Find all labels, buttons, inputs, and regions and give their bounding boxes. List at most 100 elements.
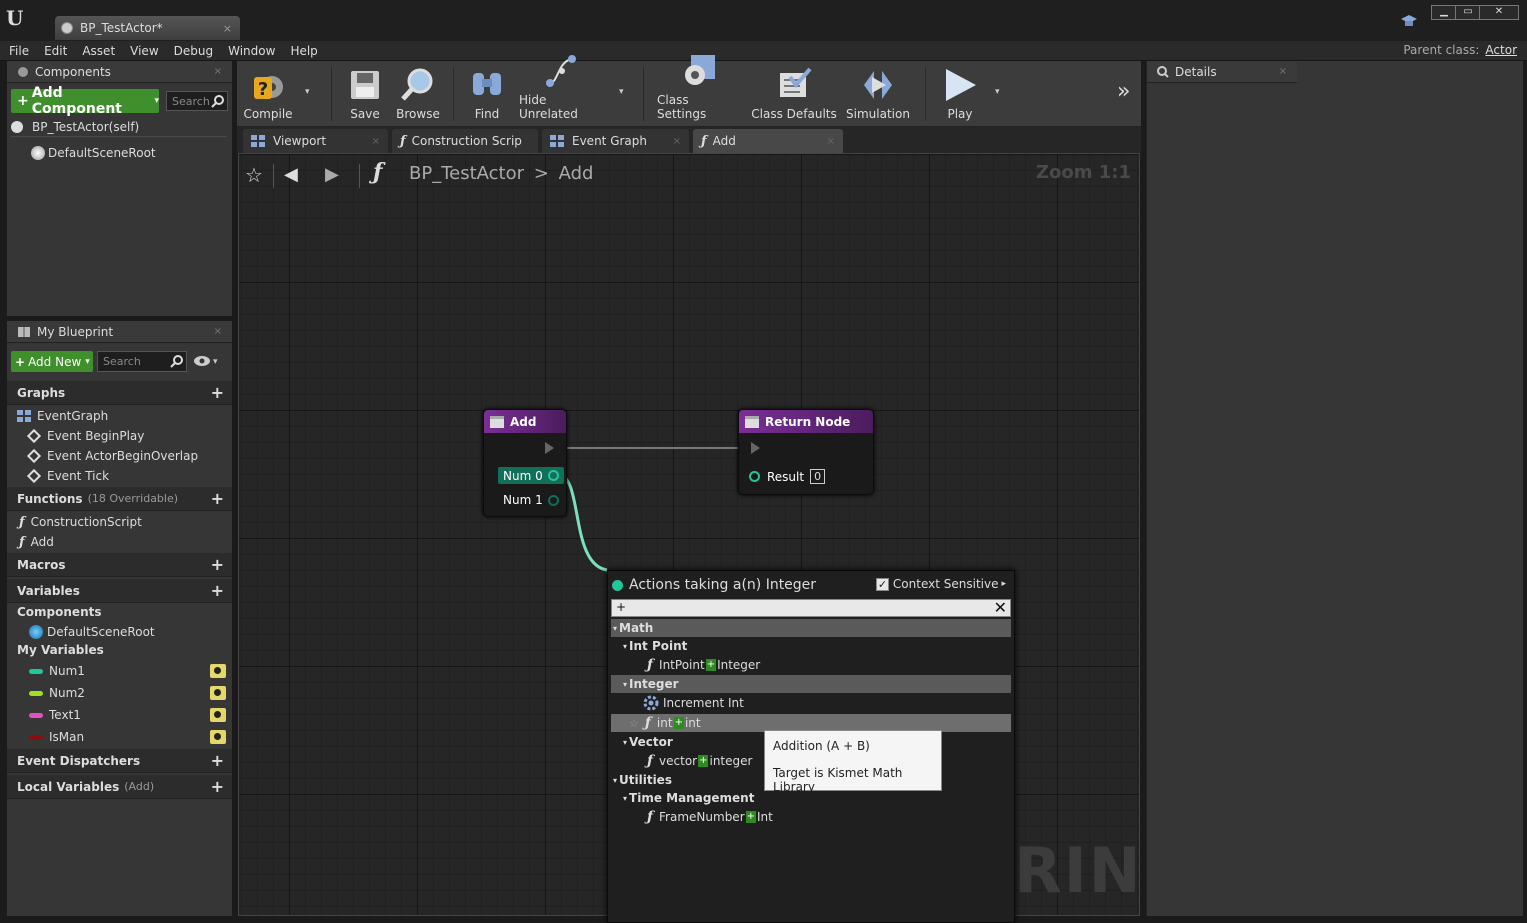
expand-triangle-icon: ▾ bbox=[613, 775, 618, 785]
my-variables-category[interactable]: My Variables bbox=[17, 640, 104, 660]
component-root-row[interactable]: DefaultSceneRoot bbox=[31, 143, 156, 163]
add-function-node[interactable]: Add Num 0 Num 1 bbox=[483, 409, 567, 517]
variable-row[interactable]: IsMan bbox=[29, 727, 232, 747]
simulation-button[interactable]: Simulation bbox=[845, 64, 911, 124]
more-toolbar-icon[interactable]: » bbox=[1117, 79, 1130, 104]
variable-row[interactable]: Num1 bbox=[29, 661, 232, 681]
variable-row[interactable]: Text1 bbox=[29, 705, 232, 725]
num1-pin[interactable]: Num 1 bbox=[503, 493, 559, 507]
component-var-row[interactable]: DefaultSceneRoot bbox=[29, 622, 155, 642]
menu-window[interactable]: Window bbox=[228, 44, 275, 58]
function-row[interactable]: ƒ Add bbox=[19, 532, 54, 552]
category-math[interactable]: ▾ Math bbox=[611, 619, 1011, 637]
close-tab-icon[interactable]: × bbox=[214, 326, 222, 337]
return-node[interactable]: Return Node Result 0 bbox=[738, 409, 874, 495]
eye-icon[interactable] bbox=[210, 730, 226, 744]
functions-category[interactable]: Functions (18 Overridable) + bbox=[7, 487, 232, 511]
close-tab-icon[interactable]: × bbox=[223, 22, 232, 35]
result-pin[interactable]: Result 0 bbox=[749, 469, 826, 484]
event-dispatchers-category[interactable]: Event Dispatchers + bbox=[7, 749, 232, 773]
details-tab[interactable]: Details × bbox=[1147, 61, 1297, 83]
my-blueprint-tab[interactable]: My Blueprint × bbox=[7, 321, 232, 343]
save-button[interactable]: Save bbox=[343, 64, 387, 124]
tab-construction-script[interactable]: ƒ Construction Scrip bbox=[392, 129, 538, 153]
num0-label: Num 0 bbox=[503, 468, 543, 483]
hide-unrelated-button[interactable]: Hide Unrelated bbox=[519, 55, 605, 124]
add-function-button[interactable]: + bbox=[211, 489, 224, 508]
hide-unrelated-dropdown[interactable]: ▾ bbox=[619, 87, 624, 97]
add-macro-button[interactable]: + bbox=[211, 555, 224, 574]
browse-button[interactable]: Browse bbox=[393, 64, 443, 124]
checkbox-checked-icon[interactable]: ✓ bbox=[875, 577, 889, 591]
menu-asset[interactable]: Asset bbox=[82, 44, 115, 58]
function-row[interactable]: ƒ ConstructionScript bbox=[19, 512, 142, 532]
play-options-dropdown[interactable]: ▾ bbox=[995, 87, 1000, 97]
event-row[interactable]: Event ActorBeginOverlap bbox=[26, 446, 198, 466]
eye-icon[interactable] bbox=[210, 686, 226, 700]
close-tab-icon[interactable]: × bbox=[1279, 66, 1287, 77]
graphs-category[interactable]: Graphs + bbox=[7, 381, 232, 405]
class-settings-button[interactable]: Class Settings bbox=[657, 55, 741, 124]
class-defaults-button[interactable]: Class Defaults bbox=[751, 64, 837, 124]
add-component-button[interactable]: + Add Component ▾ bbox=[11, 85, 159, 117]
add-node-header: Add bbox=[484, 410, 566, 433]
action-item[interactable]: ƒ FrameNumber + Int bbox=[611, 808, 1011, 826]
menu-file[interactable]: File bbox=[9, 44, 29, 58]
my-blueprint-search-input[interactable]: Search bbox=[97, 351, 187, 372]
context-sensitive-toggle[interactable]: ✓ Context Sensitive ▸ bbox=[875, 577, 1006, 591]
compile-button[interactable]: ? Compile bbox=[243, 64, 293, 124]
clear-search-icon[interactable]: ✕ bbox=[994, 598, 1007, 617]
event-graph-row[interactable]: EventGraph bbox=[17, 406, 108, 426]
tab-event-graph[interactable]: Event Graph × bbox=[542, 129, 689, 153]
action-search-input[interactable]: + ✕ bbox=[611, 598, 1011, 617]
menu-view[interactable]: View bbox=[130, 44, 158, 58]
menu-edit[interactable]: Edit bbox=[44, 44, 67, 58]
tab-add[interactable]: ƒ Add × bbox=[693, 129, 843, 153]
exec-out-pin[interactable] bbox=[545, 442, 554, 454]
close-tab-icon[interactable]: × bbox=[673, 136, 681, 147]
variable-row[interactable]: Num2 bbox=[29, 683, 232, 703]
maximize-button[interactable]: ▭ bbox=[1455, 5, 1481, 20]
add-variable-button[interactable]: + bbox=[211, 581, 224, 600]
action-item[interactable]: Increment Int bbox=[611, 694, 1011, 712]
event-row[interactable]: Event BeginPlay bbox=[26, 426, 144, 446]
num0-pin[interactable]: Num 0 bbox=[498, 467, 564, 484]
components-search-input[interactable]: Search bbox=[166, 91, 228, 111]
add-dispatcher-button[interactable]: + bbox=[211, 751, 224, 770]
close-tab-icon[interactable]: × bbox=[827, 136, 835, 147]
action-item[interactable]: ƒ IntPoint + Integer bbox=[611, 656, 1011, 674]
compile-options-dropdown[interactable]: ▾ bbox=[305, 87, 310, 97]
parent-class-link[interactable]: Actor bbox=[1485, 43, 1517, 57]
document-tab[interactable]: BP_TestActor* × bbox=[55, 16, 240, 40]
graduation-cap-icon[interactable] bbox=[1400, 14, 1418, 28]
components-category[interactable]: Components bbox=[17, 602, 102, 622]
play-button[interactable]: Play bbox=[935, 64, 985, 124]
caret-right-icon[interactable]: ▸ bbox=[1001, 579, 1006, 589]
variables-category[interactable]: Variables + bbox=[7, 579, 232, 603]
visibility-options-button[interactable]: ▾ bbox=[193, 354, 225, 370]
macros-category[interactable]: Macros + bbox=[7, 553, 232, 577]
menu-help[interactable]: Help bbox=[290, 44, 317, 58]
close-window-button[interactable]: ✕ bbox=[1479, 5, 1519, 20]
component-self-row[interactable]: BP_TestActor(self) bbox=[11, 117, 227, 137]
subcategory-int-point[interactable]: ▾ Int Point bbox=[611, 637, 1011, 655]
unreal-logo-icon[interactable]: U bbox=[6, 6, 28, 30]
eye-icon[interactable] bbox=[210, 664, 226, 678]
tab-viewport[interactable]: Viewport × bbox=[243, 129, 388, 153]
eye-icon[interactable] bbox=[210, 708, 226, 722]
add-graph-button[interactable]: + bbox=[211, 383, 224, 402]
local-variables-category[interactable]: Local Variables (Add) + bbox=[7, 775, 232, 799]
add-local-variable-button[interactable]: + bbox=[211, 777, 224, 796]
minimize-button[interactable]: ▁ bbox=[1431, 5, 1457, 20]
exec-in-pin[interactable] bbox=[751, 442, 760, 454]
event-row[interactable]: Event Tick bbox=[26, 466, 109, 486]
result-value-field[interactable]: 0 bbox=[810, 469, 826, 484]
close-tab-icon[interactable]: × bbox=[214, 66, 222, 77]
components-tab[interactable]: Components × bbox=[7, 61, 232, 83]
find-button[interactable]: Find bbox=[463, 64, 511, 124]
favorite-star-icon[interactable]: ☆ bbox=[629, 717, 639, 730]
category-integer[interactable]: ▾ Integer bbox=[611, 675, 1011, 693]
add-new-button[interactable]: + Add New ▾ bbox=[11, 351, 93, 372]
menu-debug[interactable]: Debug bbox=[174, 44, 213, 58]
close-tab-icon[interactable]: × bbox=[372, 136, 380, 147]
